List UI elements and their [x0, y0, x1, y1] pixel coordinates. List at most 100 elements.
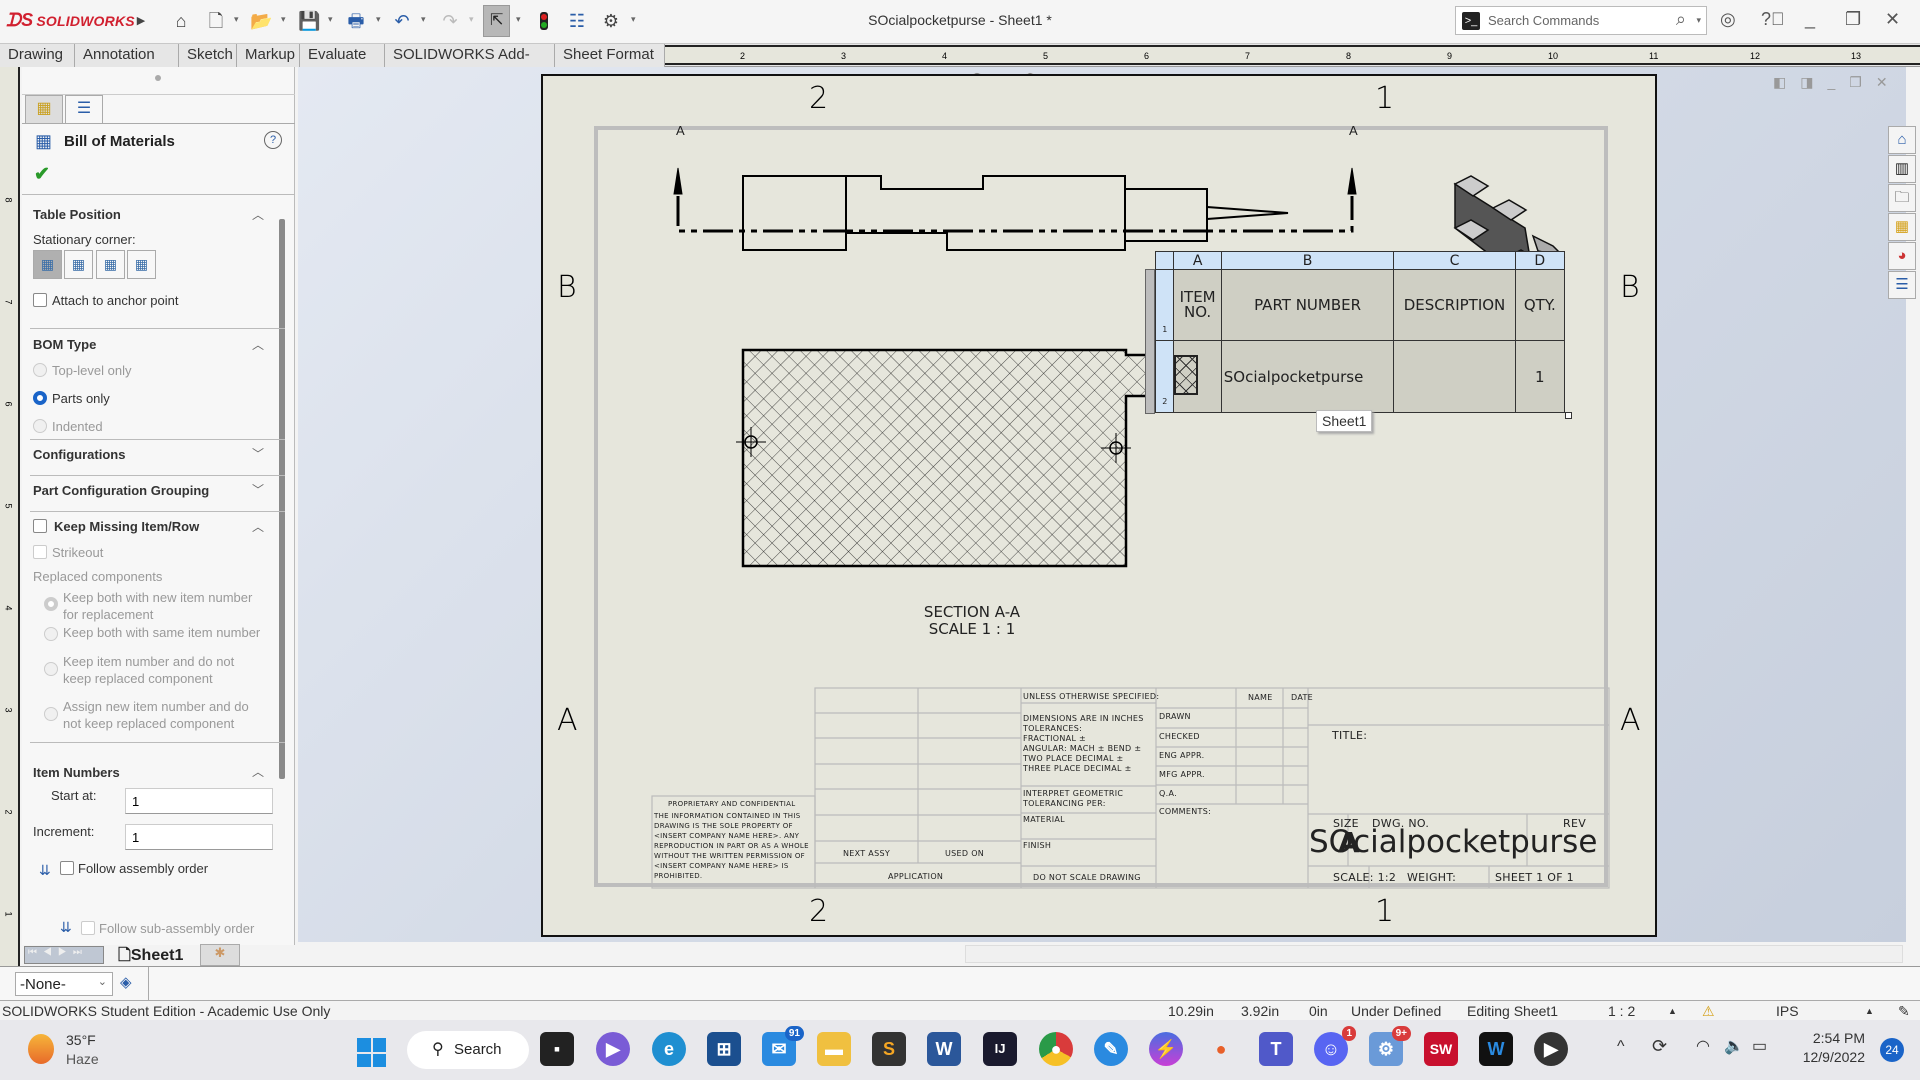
file-explorer-icon[interactable]: ▬	[817, 1032, 851, 1066]
increment-input[interactable]	[125, 824, 273, 850]
units-menu-icon[interactable]: ▲	[1865, 1006, 1874, 1016]
section-bom-type[interactable]: BOM Type	[33, 337, 96, 352]
close-icon[interactable]: ✕	[1885, 9, 1900, 30]
undo-icon[interactable]: ↶	[391, 10, 413, 32]
file-properties-icon[interactable]: ☷	[566, 10, 588, 32]
cell-qty[interactable]: 1	[1514, 340, 1566, 413]
doc-minimize-icon[interactable]: _	[1827, 74, 1849, 90]
print-icon[interactable]: 🖶	[345, 10, 367, 32]
section-keep-missing[interactable]: Keep Missing Item/Row	[54, 519, 199, 534]
sublime-icon[interactable]: S	[872, 1032, 906, 1066]
section-table-position[interactable]: Table Position	[33, 207, 121, 222]
chevron-up-icon[interactable]: ︿	[252, 336, 264, 353]
expand-menu-icon[interactable]: ▶	[130, 10, 152, 32]
volume-icon[interactable]: 🔈	[1724, 1036, 1744, 1056]
word-icon[interactable]: W	[927, 1032, 961, 1066]
layer-properties-icon[interactable]: ◈	[120, 973, 132, 991]
radio-top-level[interactable]	[33, 363, 47, 377]
cell-item-no[interactable]	[1173, 340, 1222, 413]
header-qty[interactable]: QTY.	[1514, 269, 1566, 341]
header-part-number[interactable]: PART NUMBER	[1220, 269, 1395, 341]
row-handle-bar[interactable]	[1145, 269, 1155, 414]
teams-icon[interactable]: T	[1259, 1032, 1293, 1066]
tab-evaluate[interactable]: Evaluate	[300, 44, 385, 67]
chevron-down-icon[interactable]: ﹀	[252, 481, 264, 498]
sheet-nav-buttons[interactable]: ⏮◀▶⏭	[24, 946, 104, 964]
sheet-scale[interactable]: 1 : 2	[1608, 1003, 1635, 1019]
tab-drawing[interactable]: Drawing	[0, 44, 75, 67]
open-dropdown-icon[interactable]: ▾	[281, 14, 286, 25]
tab-property-manager-icon[interactable]: ☰	[65, 95, 103, 123]
rebuild-status-icon[interactable]: ⚠	[1702, 1003, 1715, 1020]
new-dropdown-icon[interactable]: ▾	[234, 14, 239, 25]
radio-keep-both-same[interactable]	[44, 627, 58, 641]
zoom-app-icon[interactable]: ▶	[596, 1032, 630, 1066]
view-palette-icon[interactable]: ▦	[1888, 213, 1916, 241]
help-icon[interactable]: ?⃝	[1761, 9, 1785, 30]
custom-properties-icon[interactable]: ☰	[1888, 271, 1916, 299]
waves-icon[interactable]: W	[1479, 1032, 1513, 1066]
mail-icon[interactable]: ✉ 91	[762, 1026, 804, 1066]
col-letter-a[interactable]: A	[1173, 251, 1222, 270]
strikeout-checkbox[interactable]	[33, 545, 47, 559]
tab-sketch[interactable]: Sketch	[179, 44, 237, 67]
file-explorer-icon[interactable]: 🗀	[1888, 184, 1916, 212]
sync-icon[interactable]: ⟳	[1652, 1036, 1667, 1057]
attach-anchor-checkbox[interactable]	[33, 293, 47, 307]
design-library-icon[interactable]: ▥	[1888, 155, 1916, 183]
layer-select[interactable]: -None- ⌄	[15, 972, 113, 996]
resize-handle[interactable]	[1565, 412, 1572, 419]
select-button[interactable]: ⇱	[483, 5, 510, 37]
doc-close-icon[interactable]: ✕	[1876, 74, 1902, 90]
add-sheet-icon[interactable]: ✱	[200, 944, 240, 966]
follow-assembly-checkbox[interactable]	[60, 861, 74, 875]
tab-sheet-format[interactable]: Sheet Format	[555, 44, 665, 67]
home-taskpane-icon[interactable]: ⌂	[1888, 126, 1916, 154]
scale-menu-icon[interactable]: ▲	[1668, 1006, 1677, 1016]
show-hidden-icons[interactable]: ^	[1617, 1038, 1625, 1056]
row-number[interactable]: 2	[1154, 340, 1175, 413]
origin-icon[interactable]: ●	[1204, 1032, 1238, 1066]
row-number[interactable]: 1	[1154, 269, 1175, 341]
intellij-icon[interactable]: IJ	[983, 1032, 1017, 1066]
redo-dropdown-icon[interactable]: ▾	[469, 14, 474, 25]
home-icon[interactable]: ⌂	[170, 10, 192, 32]
horizontal-scrollbar[interactable]	[965, 945, 1903, 963]
section-item-numbers[interactable]: Item Numbers	[33, 765, 120, 780]
notification-badge[interactable]: 24	[1880, 1038, 1904, 1062]
help-icon[interactable]: ?	[264, 131, 282, 149]
open-icon[interactable]: 📂	[250, 10, 272, 32]
doc-restore-icon[interactable]: ❐	[1849, 74, 1876, 90]
safari-icon[interactable]: ✎	[1094, 1032, 1128, 1066]
section-configurations[interactable]: Configurations	[33, 447, 125, 462]
unit-system[interactable]: IPS	[1776, 1003, 1799, 1019]
next-window-icon[interactable]: ◨	[1800, 74, 1827, 90]
corner-bottom-right-button[interactable]: ▦	[127, 250, 156, 279]
header-item-no[interactable]: ITEM NO.	[1173, 269, 1222, 341]
tab-annotation[interactable]: Annotation	[75, 44, 179, 67]
search-dropdown-icon[interactable]: ▾	[1696, 15, 1701, 26]
start-at-input[interactable]	[125, 788, 273, 814]
messenger-icon[interactable]: ⚡	[1149, 1032, 1183, 1066]
chrome-icon[interactable]: ●	[1039, 1032, 1073, 1066]
panel-scrollbar[interactable]	[279, 219, 285, 779]
wifi-icon[interactable]: ◠	[1696, 1036, 1710, 1056]
save-dropdown-icon[interactable]: ▾	[328, 14, 333, 25]
radio-indented[interactable]	[33, 419, 47, 433]
corner-bottom-left-button[interactable]: ▦	[96, 250, 125, 279]
prev-window-icon[interactable]: ◧	[1773, 74, 1800, 90]
task-view-icon[interactable]: ▪	[540, 1032, 574, 1066]
start-button[interactable]	[357, 1038, 386, 1067]
drawing-sheet[interactable]: 2 1 2 1 B B A A A A SECTION A-A SCALE 1 …	[541, 74, 1657, 937]
tab-addins[interactable]: SOLIDWORKS Add-Ins	[385, 44, 555, 85]
chevron-up-icon[interactable]: ︿	[252, 206, 264, 223]
chevron-up-icon[interactable]: ︿	[252, 763, 264, 780]
chevron-down-icon[interactable]: ﹀	[252, 445, 264, 462]
cell-description[interactable]	[1393, 340, 1516, 413]
network-app-icon[interactable]: ⚙ 9+	[1369, 1026, 1411, 1066]
save-icon[interactable]: 💾	[298, 10, 320, 32]
quick-tips-icon[interactable]: ✎	[1898, 1003, 1910, 1020]
chevron-up-icon[interactable]: ︿	[252, 518, 264, 535]
weather-temp[interactable]: 35°F	[66, 1032, 96, 1048]
keep-missing-checkbox[interactable]	[33, 519, 47, 533]
